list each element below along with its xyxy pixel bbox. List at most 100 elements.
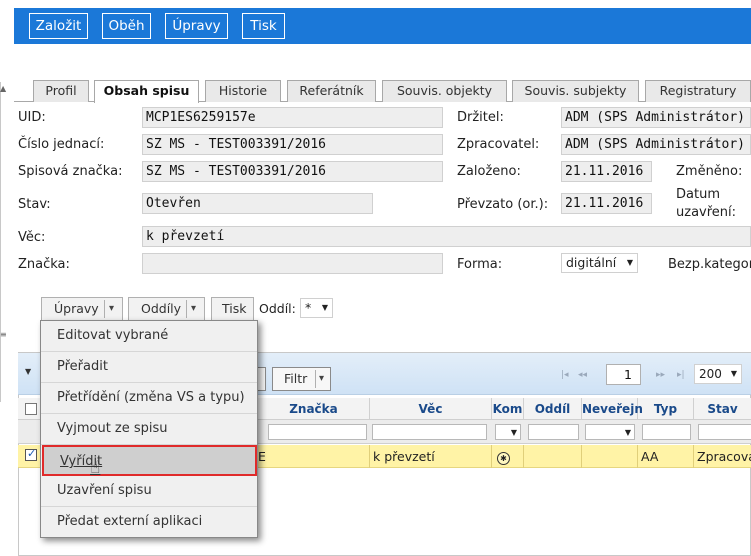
double-chevron-down-icon[interactable]: ▾: [109, 298, 114, 320]
filtr-separator: [315, 370, 316, 388]
next-page-icon[interactable]: ▸▸: [656, 370, 665, 380]
cislo-jednaci-label: Číslo jednací:: [18, 137, 105, 152]
upravy-top-button[interactable]: Úpravy: [165, 13, 228, 39]
tab-souvis-subjekty[interactable]: Souvis. subjekty: [512, 80, 639, 102]
column-header-znacka[interactable]: Značka: [258, 398, 370, 420]
spisova-znacka-field[interactable]: SZ MS - TEST003391/2016: [142, 161, 443, 182]
page-size-value: 200: [699, 367, 722, 381]
oddily-button[interactable]: Oddíly ▾: [128, 297, 205, 321]
drzitel-label: Držitel:: [457, 110, 504, 125]
tisk-button-label: Tisk: [222, 301, 247, 316]
row-neverejn-cell: [582, 445, 638, 468]
left-collapse-icon[interactable]: ▲: [0, 84, 6, 93]
row-typ-cell: AA: [638, 445, 694, 468]
left-splitter[interactable]: [0, 82, 4, 402]
prev-page-icon[interactable]: ◂◂: [578, 370, 587, 380]
forma-select-value: digitální: [566, 255, 617, 270]
filter-vec-input[interactable]: [372, 424, 487, 440]
stav-field[interactable]: Otevřen: [142, 193, 373, 214]
column-header-kom[interactable]: Kom: [492, 398, 524, 420]
drzitel-field[interactable]: ADM (SPS Administrátor): [561, 107, 751, 128]
vec-field[interactable]: k převzetí: [142, 226, 751, 247]
forma-select[interactable]: digitální ▼: [561, 253, 638, 273]
select-all-checkbox[interactable]: [25, 403, 37, 415]
obeh-button[interactable]: Oběh: [102, 13, 151, 39]
filter-neverejn-select[interactable]: ▼: [585, 424, 635, 440]
column-header-neverejn[interactable]: Neveřejn: [582, 398, 643, 420]
menu-item-predat-externi-aplikaci[interactable]: Předat externí aplikaci: [41, 507, 257, 538]
column-header-stav[interactable]: Stav: [694, 398, 751, 420]
prevzato-label: Převzato (or.):: [457, 197, 549, 212]
zpracovatel-label: Zpracovatel:: [457, 137, 540, 152]
tisk-top-button[interactable]: Tisk: [242, 13, 285, 39]
menu-item-preradit[interactable]: Přeřadit: [41, 352, 257, 383]
prevzato-field[interactable]: 21.11.2016: [561, 193, 652, 214]
uid-label: UID:: [18, 110, 46, 125]
menu-item-uzavreni-spisu[interactable]: Uzavření spisu: [41, 476, 257, 507]
double-chevron-down-icon[interactable]: ▾: [319, 368, 324, 390]
first-page-icon[interactable]: |◂: [561, 370, 569, 380]
checkmark-icon: ✓: [27, 447, 37, 460]
filter-stav-input[interactable]: [698, 424, 751, 440]
filtr-button[interactable]: Filtr ▾: [272, 367, 331, 391]
menu-item-vyjmout-ze-spisu[interactable]: Vyjmout ze spisu: [41, 414, 257, 445]
upravy-separator: [104, 300, 105, 318]
filter-typ-input[interactable]: [642, 424, 691, 440]
last-page-icon[interactable]: ▸|: [677, 370, 685, 380]
zalozit-button[interactable]: Založit: [29, 13, 88, 39]
page-number-input[interactable]: 1: [606, 364, 641, 385]
datum-uzavreni-label-1: Datum: [676, 187, 720, 202]
chevron-down-icon: ▼: [730, 369, 737, 378]
zalozeno-field[interactable]: 21.11.2016: [561, 161, 652, 182]
filtr-button-label: Filtr: [284, 371, 308, 386]
tab-referatnik[interactable]: Referátník: [287, 80, 376, 102]
filter-kom-select[interactable]: ▼: [495, 424, 521, 440]
chevron-down-icon: ▼: [321, 303, 328, 312]
datum-uzavreni-label-2: uzavření:: [676, 205, 737, 220]
row-znacka-cell: E: [255, 445, 370, 468]
tab-profil[interactable]: Profil: [33, 80, 89, 102]
oddil-select[interactable]: * ▼: [300, 298, 333, 318]
oddil-label: Oddíl:: [259, 301, 296, 316]
double-chevron-down-icon[interactable]: ▾: [191, 298, 196, 320]
cislo-jednaci-field[interactable]: SZ MS - TEST003391/2016: [142, 134, 443, 155]
left-grip-icon[interactable]: ≡: [0, 330, 7, 339]
vec-label: Věc:: [18, 230, 46, 245]
bezp-kategorie-label: Bezp.kategor: [668, 257, 751, 272]
znacka-field[interactable]: [142, 253, 443, 274]
zpracovatel-field[interactable]: ADM (SPS Administrátor): [561, 134, 751, 155]
row-vec-cell: k převzetí: [370, 445, 492, 468]
tab-obsah-spisu[interactable]: Obsah spisu: [94, 80, 199, 103]
spisova-znacka-label: Spisová značka:: [18, 164, 123, 179]
oddily-button-label: Oddíly: [141, 301, 182, 316]
stav-label: Stav:: [18, 197, 51, 212]
chevron-down-icon: ▼: [626, 258, 633, 267]
tab-historie[interactable]: Historie: [205, 80, 281, 102]
filter-znacka-input[interactable]: [268, 424, 367, 440]
column-header-vec[interactable]: Věc: [370, 398, 492, 420]
menu-item-vyridit[interactable]: Vyřídit ☝: [42, 445, 257, 478]
upravy-dropdown-menu: Editovat vybrané Přeřadit Přetřídění (zm…: [40, 320, 258, 538]
grid-collapse-icon[interactable]: ▼: [25, 367, 31, 376]
row-checkbox[interactable]: ✓: [25, 447, 37, 461]
upravy-button-label: Úpravy: [54, 301, 99, 316]
tisk-button[interactable]: Tisk: [211, 297, 254, 321]
oddil-select-value: *: [305, 300, 312, 315]
znacka-label: Značka:: [18, 257, 70, 272]
forma-label: Forma:: [457, 257, 503, 272]
oddily-separator: [186, 300, 187, 318]
menu-item-pretrideni[interactable]: Přetřídění (změna VS a typu): [41, 383, 257, 414]
row-oddil-cell: [524, 445, 582, 468]
column-header-oddil[interactable]: Oddíl: [524, 398, 582, 420]
comment-icon[interactable]: ✱: [497, 452, 510, 465]
page-size-select[interactable]: 200 ▼: [694, 364, 742, 384]
zalozeno-label: Založeno:: [457, 164, 521, 179]
menu-item-editovat-vybrane[interactable]: Editovat vybrané: [41, 321, 257, 352]
filter-oddil-input[interactable]: [528, 424, 579, 440]
zmeneno-label: Změněno:: [676, 164, 743, 179]
uid-field[interactable]: MCP1ES6259157e: [142, 107, 443, 128]
column-header-typ[interactable]: Typ: [638, 398, 694, 420]
upravy-button[interactable]: Úpravy ▾: [41, 297, 123, 321]
tab-souvis-objekty[interactable]: Souvis. objekty: [382, 80, 507, 102]
tab-registratury[interactable]: Registratury: [645, 80, 751, 102]
